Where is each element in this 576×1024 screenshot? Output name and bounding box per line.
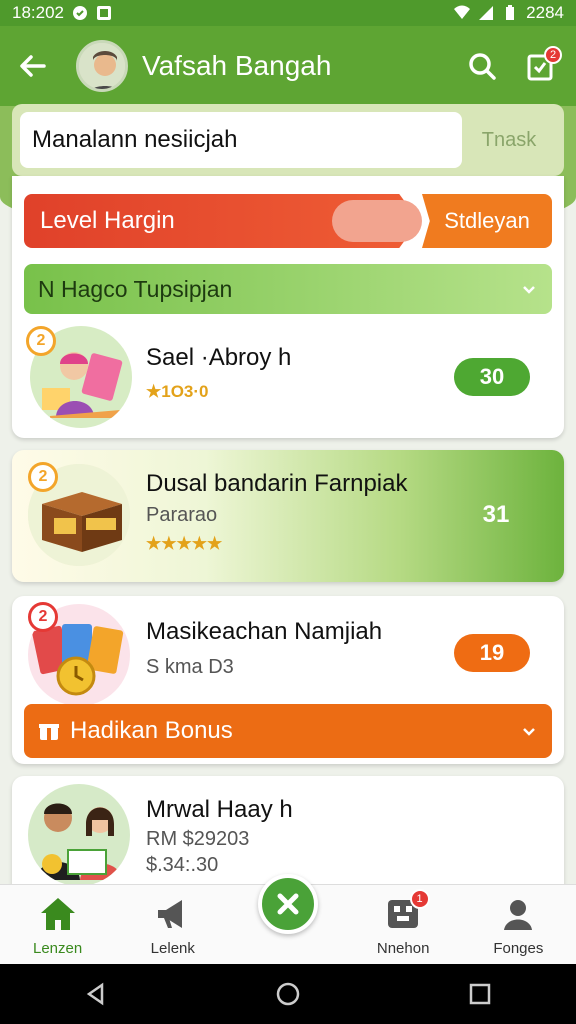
rank-badge: 2 <box>28 602 58 632</box>
item-title: Sael ·Abroy h <box>146 344 292 371</box>
item-title: Dusal bandarin Farnpiak <box>146 470 408 497</box>
item-thumbnail <box>28 784 130 886</box>
rank-badge: 2 <box>28 462 58 492</box>
search-input[interactable] <box>20 112 462 168</box>
system-nav-bar <box>0 964 576 1024</box>
nav-item-games[interactable]: 1 Nnehon <box>346 885 461 965</box>
arrow-left-icon <box>20 55 46 77</box>
group-label: N Hagco Tupsipjan <box>38 275 233 302</box>
app-title: Vafsah Bangah <box>142 50 332 81</box>
signal-icon <box>479 6 494 20</box>
chevron-down-icon <box>523 728 535 736</box>
item-image <box>28 784 130 886</box>
item-subtitle: Pararao <box>146 504 218 526</box>
square-recents-icon <box>469 983 491 1005</box>
search-card: Tnask <box>12 104 564 176</box>
item-rating: ★1O3·0 <box>146 382 209 401</box>
home-icon <box>40 898 75 930</box>
chevron-down-icon <box>523 286 535 294</box>
search-icon <box>469 53 496 80</box>
nav-item-profile[interactable]: Fonges <box>461 885 576 965</box>
item-rating-stars: ★★★★★ <box>146 534 223 553</box>
list-item[interactable]: 2 Dusal bandarin Farnpiak Pararao ★★★★★ … <box>12 450 564 582</box>
nav-label-announce: Lelenk <box>150 940 195 957</box>
nav-item-announce[interactable]: Lelenk <box>115 885 230 965</box>
list-item[interactable]: 2 Sael ·Abroy h ★1O3·0 30 <box>12 326 564 438</box>
status-time: 18:202 <box>12 3 64 22</box>
search-button[interactable] <box>462 46 502 86</box>
level-action-button[interactable]: Stdleyan <box>422 194 552 248</box>
notification-badge: 2 <box>544 46 562 64</box>
system-back-button[interactable] <box>76 974 116 1014</box>
status-bar: 18:202 2284 <box>0 0 576 26</box>
system-home-button[interactable] <box>268 974 308 1014</box>
nav-label-games: Nnehon <box>376 940 430 957</box>
status-battery-text: 2284 <box>526 3 564 22</box>
nav-label-profile: Fonges <box>493 940 544 957</box>
megaphone-icon <box>157 900 182 928</box>
shield-icon <box>73 6 87 20</box>
rank-badge: 2 <box>26 326 56 356</box>
app-notification-icon <box>97 6 111 20</box>
bonus-label: Hadikan Bonus <box>70 717 233 744</box>
search-submit-button[interactable]: Tnask <box>462 129 556 152</box>
value-pill[interactable]: 30 <box>454 358 530 396</box>
avatar[interactable] <box>76 40 128 92</box>
wifi-icon <box>454 5 471 19</box>
main-panel: Level Hargin Stdleyan N Hagco Tupsipjan … <box>12 176 564 438</box>
profile-icon <box>504 900 533 930</box>
center-action-button[interactable] <box>258 874 318 934</box>
level-bar: Level Hargin Stdleyan <box>24 194 552 248</box>
list-item[interactable]: 2 Masikeachan Namjiah S kma D3 19 Hadika… <box>12 596 564 764</box>
value-pill[interactable]: 19 <box>454 634 530 672</box>
item-price: $.34:.30 <box>146 854 219 876</box>
gift-icon <box>39 724 59 740</box>
notifications-button[interactable]: 2 <box>520 46 562 86</box>
item-subtitle: S kma D3 <box>146 656 234 678</box>
level-progress-pill <box>332 200 422 242</box>
close-icon <box>277 893 299 915</box>
group-header[interactable]: N Hagco Tupsipjan <box>24 264 552 314</box>
system-recents-button[interactable] <box>460 974 500 1014</box>
circle-home-icon <box>276 982 300 1006</box>
triangle-back-icon <box>86 982 104 1006</box>
value-label[interactable]: 31 <box>458 496 534 534</box>
item-title: Masikeachan Namjiah <box>146 618 383 645</box>
nav-badge: 1 <box>409 889 430 909</box>
bonus-header[interactable]: Hadikan Bonus <box>24 704 552 758</box>
avatar-image <box>79 43 125 89</box>
back-button[interactable] <box>16 49 50 83</box>
battery-icon <box>506 5 515 20</box>
nav-item-home[interactable]: Lenzen <box>0 885 115 965</box>
item-title: Mrwal Haay h <box>146 796 293 823</box>
nav-label-home: Lenzen <box>32 940 83 957</box>
item-subtitle: RM $29203 <box>146 828 250 850</box>
app-bar: Vafsah Bangah 2 <box>0 26 576 106</box>
